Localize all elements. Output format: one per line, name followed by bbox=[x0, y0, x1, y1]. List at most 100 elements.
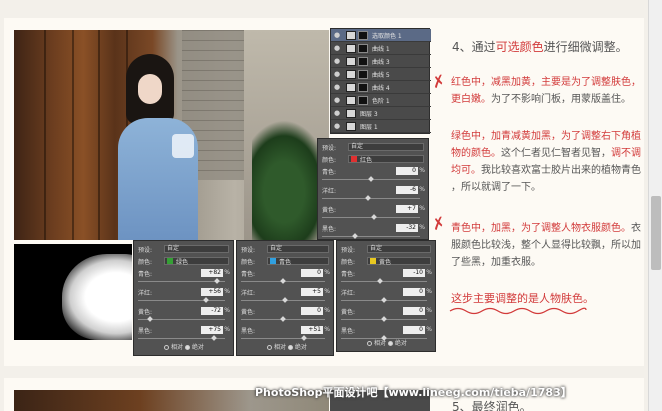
layer-row[interactable]: ● 选取颜色 1 bbox=[331, 29, 431, 42]
preset-dropdown[interactable]: 自定 bbox=[367, 245, 431, 253]
selective-color-panel-yellow[interactable]: 预设: 自定 颜色: 黄色 青色: -10% 洋红: 0% 黄色: 0% 黑色: 0% 相对 绝对 bbox=[336, 240, 436, 352]
eye-icon[interactable]: ● bbox=[334, 109, 342, 117]
slider-knob[interactable] bbox=[376, 278, 383, 284]
selective-color-panel-cyan[interactable]: 预设: 自定 颜色: 青色 青色: 0% 洋红: +5% 黄色: 0% 黑色: +51% 相对 绝对 bbox=[236, 240, 334, 356]
slider-knob[interactable] bbox=[381, 316, 387, 322]
slider-value-field[interactable]: -32 bbox=[396, 224, 418, 232]
slider-knob[interactable] bbox=[282, 297, 288, 303]
preset-dropdown[interactable]: 自定 bbox=[348, 143, 424, 151]
slider-track[interactable] bbox=[241, 297, 325, 303]
percent-label: % bbox=[224, 326, 230, 333]
slider-value-field[interactable]: +51 bbox=[301, 326, 323, 334]
slider-value-field[interactable]: 0 bbox=[403, 326, 425, 334]
radio-relative-label: 相对 bbox=[374, 340, 388, 347]
eye-icon[interactable]: ● bbox=[334, 57, 342, 65]
layer-row[interactable]: ● 曲线 1 bbox=[331, 42, 431, 55]
radio-absolute[interactable] bbox=[387, 341, 393, 346]
radio-absolute-label: 绝对 bbox=[394, 340, 407, 347]
slider-track[interactable] bbox=[341, 278, 427, 284]
method-radio-group[interactable]: 相对 绝对 bbox=[164, 342, 204, 351]
slider-knob[interactable] bbox=[280, 278, 286, 284]
slider-label: 洋红: bbox=[341, 290, 356, 297]
layer-name: 图层 1 bbox=[360, 123, 378, 131]
radio-relative[interactable] bbox=[367, 341, 372, 346]
layer-row[interactable]: ● 曲线 5 bbox=[331, 68, 431, 81]
layer-mask-thumbnail bbox=[358, 95, 368, 105]
layers-panel[interactable]: ● 选取颜色 1 ● 曲线 1 ● 曲线 3 ● 曲线 5 ● 曲线 4 ● 色阶 1 ● 图层 3 ● 图层… bbox=[330, 28, 431, 134]
selective-color-panel-red[interactable]: 预设: 自定 颜色: 红色 青色: 0% 洋红: -6% 黄色: +7% 黑色: -32% bbox=[317, 138, 429, 240]
colors-dropdown[interactable]: 红色 bbox=[348, 155, 424, 164]
preset-label: 预设: bbox=[138, 246, 153, 254]
slider-value-field[interactable]: 0 bbox=[403, 307, 425, 315]
eye-icon[interactable]: ● bbox=[334, 83, 342, 91]
method-radio-group[interactable]: 相对 绝对 bbox=[267, 342, 307, 351]
radio-relative[interactable] bbox=[267, 345, 272, 350]
slider-track[interactable] bbox=[241, 335, 325, 341]
scrollbar[interactable] bbox=[648, 0, 662, 411]
slider-label: 青色: bbox=[322, 169, 337, 176]
slider-knob[interactable] bbox=[371, 214, 378, 220]
slider-knob[interactable] bbox=[365, 195, 371, 201]
eye-icon[interactable]: ● bbox=[334, 31, 342, 39]
layer-row[interactable]: ● 图层 1 bbox=[331, 120, 431, 133]
slider-track[interactable] bbox=[341, 297, 427, 303]
slider-value-field[interactable]: +82 bbox=[201, 269, 223, 277]
slider-value-field[interactable]: 0 bbox=[396, 167, 418, 175]
colors-dropdown[interactable]: 黄色 bbox=[367, 257, 431, 266]
eye-icon[interactable]: ● bbox=[334, 70, 342, 78]
note-red: 红色中，减黑加黄，主要是为了调整肤色， 更白嫩。为了不影响门板，用蒙版盖住。 bbox=[451, 77, 641, 105]
layer-name: 色阶 1 bbox=[372, 97, 390, 105]
slider-knob[interactable] bbox=[211, 335, 217, 341]
slider-value-field[interactable]: 0 bbox=[403, 288, 425, 296]
radio-absolute-label: 绝对 bbox=[294, 344, 307, 351]
layer-row[interactable]: ● 曲线 3 bbox=[331, 55, 431, 68]
slider-track[interactable] bbox=[241, 278, 325, 284]
preset-dropdown[interactable]: 自定 bbox=[267, 245, 329, 253]
layer-row[interactable]: ● 图层 3 bbox=[331, 107, 431, 120]
slider-knob[interactable] bbox=[214, 278, 220, 284]
slider-value-field[interactable]: 0 bbox=[301, 269, 323, 277]
layer-row[interactable]: ● 曲线 4 bbox=[331, 81, 431, 94]
slider-track[interactable] bbox=[341, 316, 427, 322]
slider-value-field[interactable]: +5 bbox=[301, 288, 323, 296]
slider-knob[interactable] bbox=[203, 297, 209, 303]
scrollbar-thumb[interactable] bbox=[651, 196, 661, 270]
slider-knob[interactable] bbox=[381, 297, 387, 303]
radio-relative[interactable] bbox=[164, 345, 169, 350]
eye-icon[interactable]: ● bbox=[334, 96, 342, 104]
colors-dropdown[interactable]: 绿色 bbox=[164, 257, 229, 266]
slider-value-field[interactable]: -72 bbox=[201, 307, 223, 315]
slider-track[interactable] bbox=[138, 335, 225, 341]
colors-dropdown[interactable]: 青色 bbox=[267, 257, 329, 266]
eye-icon[interactable]: ● bbox=[334, 44, 342, 52]
preset-label: 预设: bbox=[241, 246, 256, 254]
slider-track[interactable] bbox=[322, 195, 420, 201]
layer-mask-thumbnail bbox=[358, 30, 368, 40]
slider-track[interactable] bbox=[322, 214, 420, 220]
slider-value-field[interactable]: +75 bbox=[201, 326, 223, 334]
slider-value-field[interactable]: +56 bbox=[201, 288, 223, 296]
slider-knob[interactable] bbox=[352, 233, 359, 239]
layer-row[interactable]: ● 色阶 1 bbox=[331, 94, 431, 107]
slider-value-field[interactable]: -10 bbox=[403, 269, 425, 277]
slider-track[interactable] bbox=[138, 316, 225, 322]
slider-knob[interactable] bbox=[147, 316, 154, 322]
slider-knob[interactable] bbox=[280, 316, 286, 322]
radio-absolute[interactable] bbox=[287, 345, 293, 350]
eye-icon[interactable]: ● bbox=[334, 122, 342, 130]
slider-knob[interactable] bbox=[368, 176, 374, 182]
preset-dropdown[interactable]: 自定 bbox=[164, 245, 229, 253]
slider-track[interactable] bbox=[241, 316, 325, 322]
method-radio-group[interactable]: 相对 绝对 bbox=[367, 338, 407, 347]
slider-knob[interactable] bbox=[301, 335, 308, 341]
slider-value-field[interactable]: -6 bbox=[396, 186, 418, 194]
radio-absolute[interactable] bbox=[184, 345, 190, 350]
colors-label: 颜色: bbox=[341, 258, 356, 266]
slider-track[interactable] bbox=[322, 176, 420, 182]
slider-track[interactable] bbox=[322, 233, 420, 239]
slider-value-field[interactable]: +7 bbox=[396, 205, 418, 213]
slider-value-field[interactable]: 0 bbox=[301, 307, 323, 315]
slider-track[interactable] bbox=[138, 278, 225, 284]
slider-track[interactable] bbox=[138, 297, 225, 303]
selective-color-panel-green[interactable]: 预设: 自定 颜色: 绿色 青色: +82% 洋红: +56% 黄色: -72% 黑色: +75% 相对… bbox=[133, 240, 234, 356]
